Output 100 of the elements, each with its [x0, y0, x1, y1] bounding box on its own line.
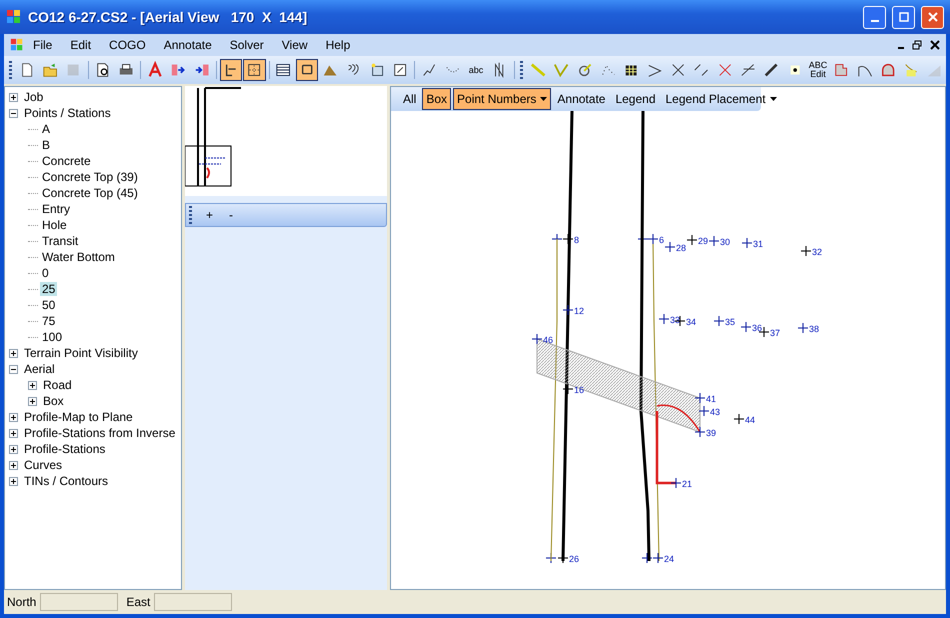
view-toggle-button[interactable]: Box	[422, 88, 452, 110]
zoom-button[interactable]: +	[201, 208, 218, 222]
tree-item[interactable]: Concrete Top (39)	[40, 170, 140, 184]
tree-item[interactable]: Curves	[22, 458, 64, 472]
menu-item[interactable]: Solver	[220, 38, 273, 52]
pencil-icon	[763, 61, 780, 79]
tree-item[interactable]: Aerial	[22, 362, 57, 376]
zoom-button[interactable]: -	[224, 208, 238, 222]
plus-icon	[10, 478, 17, 484]
tree-item[interactable]: 0	[40, 266, 51, 280]
expand-toggle[interactable]	[9, 348, 18, 358]
extents-icon	[246, 61, 263, 79]
collapse-toggle[interactable]	[9, 364, 18, 374]
toolbar-grip[interactable]	[189, 206, 192, 224]
toolbar-grip[interactable]	[520, 61, 524, 79]
tree-item[interactable]: A	[40, 122, 52, 136]
close-icon[interactable]	[930, 40, 940, 50]
tree-item[interactable]: Profile-Map to Plane	[22, 410, 135, 424]
point-number: 29	[698, 236, 708, 246]
tree-item[interactable]: Transit	[40, 234, 80, 248]
tree-item[interactable]: Profile-Stations from Inverse	[22, 426, 178, 440]
point-number: 43	[710, 407, 720, 417]
text-tool-button[interactable]: abc	[464, 59, 488, 81]
view-toggle-button[interactable]: Point Numbers	[453, 88, 552, 110]
menu-item[interactable]: File	[24, 38, 62, 52]
point-number: 31	[753, 239, 764, 249]
point-number: 44	[745, 415, 756, 425]
tree-item[interactable]: Water Bottom	[40, 250, 117, 264]
bracket-button[interactable]	[220, 59, 242, 81]
plus-icon	[10, 430, 17, 436]
tree-item[interactable]: Job	[22, 90, 46, 104]
polygon-icon	[833, 61, 850, 79]
close-button[interactable]	[921, 6, 944, 28]
letter-icon	[147, 61, 164, 79]
close-icon	[928, 12, 938, 22]
view-toggle-button[interactable]: Legend Placement	[662, 88, 781, 110]
folder-icon	[42, 61, 58, 79]
tree-item[interactable]: Concrete Top (45)	[40, 186, 140, 200]
tree-item[interactable]: Entry	[40, 202, 72, 216]
point-number: 12	[574, 306, 584, 316]
extents-button[interactable]	[243, 59, 266, 81]
tree-item[interactable]: 50	[40, 298, 58, 312]
plus-icon	[29, 382, 36, 388]
collapse-toggle[interactable]	[9, 108, 18, 118]
minimize-button[interactable]	[863, 6, 886, 28]
point-number: 6	[659, 235, 664, 245]
status-label: North	[7, 595, 36, 609]
tree-item[interactable]: Terrain Point Visibility	[22, 346, 140, 360]
plus-icon	[10, 414, 17, 420]
point-number: 35	[725, 317, 736, 327]
print-preview-icon	[94, 61, 111, 79]
restore-icon[interactable]	[912, 40, 922, 50]
expand-toggle[interactable]	[9, 460, 18, 470]
frame-button[interactable]	[296, 59, 318, 81]
tree-item[interactable]: 75	[40, 314, 58, 328]
tree-item[interactable]: 25	[40, 282, 58, 296]
table-icon	[275, 61, 292, 79]
arch-shape-icon	[880, 61, 896, 79]
maximize-button[interactable]	[892, 6, 915, 28]
menu-item[interactable]: View	[272, 38, 317, 52]
point-number: 41	[706, 394, 716, 404]
text-tool-button[interactable]: ABC Edit	[806, 59, 830, 81]
point-number: 36	[752, 323, 762, 333]
expand-toggle[interactable]	[9, 92, 18, 102]
menu-item[interactable]: Annotate	[154, 38, 221, 52]
resize-icon	[392, 61, 408, 79]
expand-toggle[interactable]	[9, 476, 18, 486]
tree-item[interactable]: Hole	[40, 218, 69, 232]
expand-toggle[interactable]	[9, 444, 18, 454]
dotted-curve-icon	[444, 66, 461, 74]
point-number: 24	[664, 554, 674, 564]
tree-item[interactable]: Road	[41, 378, 74, 392]
tree-item[interactable]: TINs / Contours	[22, 474, 110, 488]
toolbar-grip[interactable]	[9, 61, 12, 79]
tree-item[interactable]: Profile-Stations	[22, 442, 108, 456]
expand-toggle[interactable]	[28, 380, 37, 390]
menu-item[interactable]: Edit	[61, 38, 100, 52]
point-number: 32	[812, 247, 822, 257]
tree-item[interactable]: Concrete	[40, 154, 93, 168]
tree-item[interactable]: 100	[40, 330, 64, 344]
point-number: 26	[569, 554, 580, 564]
plus-icon	[10, 350, 17, 356]
tree-item[interactable]: B	[40, 138, 52, 152]
menu-item[interactable]: COGO	[100, 38, 155, 52]
tree-item[interactable]: Points / Stations	[22, 106, 113, 120]
expand-toggle[interactable]	[9, 428, 18, 438]
tree-item[interactable]: Box	[41, 394, 66, 408]
expand-toggle[interactable]	[28, 396, 37, 406]
point-number: 30	[720, 237, 730, 247]
caret-icon	[540, 97, 548, 101]
maximize-icon	[898, 12, 908, 22]
document-icon[interactable]	[10, 38, 24, 52]
curve-line	[656, 404, 701, 432]
v-lines-icon	[553, 61, 570, 79]
view-toggle-button[interactable]: Legend	[611, 88, 660, 110]
view-toggle-button[interactable]: Annotate	[553, 88, 610, 110]
menu-item[interactable]: Help	[316, 38, 360, 52]
point-number: 39	[706, 428, 716, 438]
expand-toggle[interactable]	[9, 412, 18, 422]
view-toggle-button[interactable]: All	[399, 88, 420, 110]
